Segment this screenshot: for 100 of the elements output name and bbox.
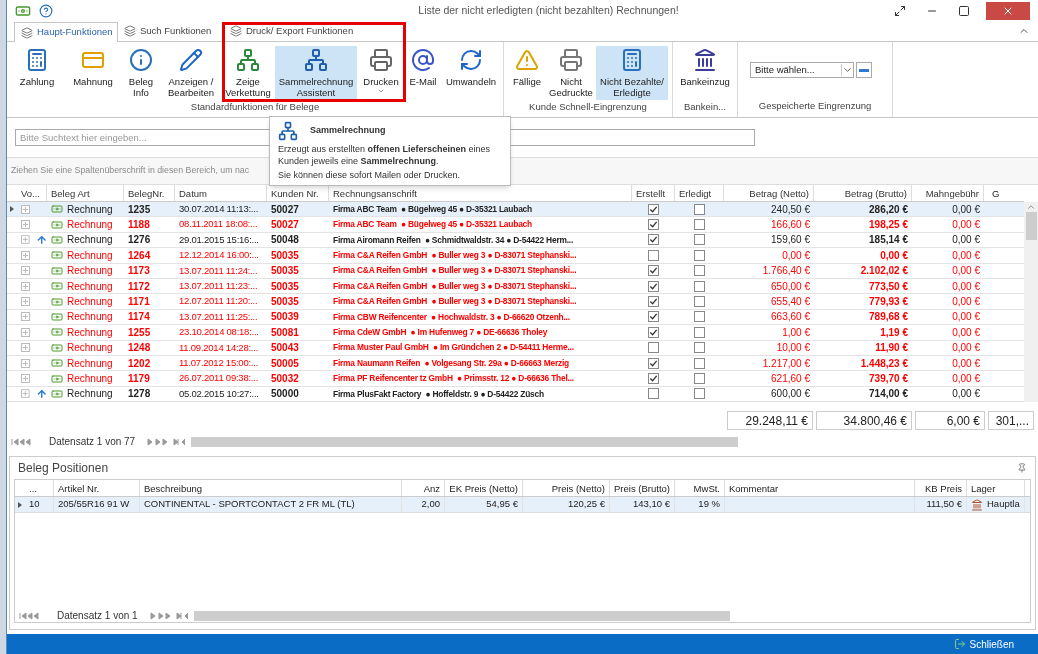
column-header[interactable]: Vo...	[17, 185, 47, 201]
checkbox[interactable]	[694, 219, 705, 231]
maximize-icon[interactable]	[958, 5, 970, 17]
checkbox[interactable]	[694, 357, 705, 369]
column-header[interactable]: Preis (Netto)	[523, 480, 610, 497]
ribbon-button[interactable]: Drucken	[359, 46, 403, 100]
column-header[interactable]: Lager	[967, 480, 1025, 497]
expand-icon[interactable]	[21, 389, 30, 399]
ribbon-button[interactable]: Nicht Bezahlte/ Erledigte	[596, 46, 668, 100]
horizontal-scrollbar[interactable]	[193, 610, 730, 621]
checkbox[interactable]	[694, 311, 705, 323]
column-header[interactable]: Mahngebühr	[912, 185, 984, 201]
table-row[interactable]: 10 205/55R16 91 W CONTINENTAL - SPORTCONTACT 2 FR ML (TL) 2,00 54,95 € 120,25 € 143,10 € 19 % 111,50 € Hauptla	[15, 497, 1030, 514]
checkbox[interactable]	[648, 203, 659, 215]
column-header[interactable]: ...	[25, 480, 54, 497]
ribbon-button[interactable]: Sammelrechnung Assistent	[275, 46, 357, 100]
checkbox[interactable]	[648, 234, 659, 246]
column-header[interactable]: Betrag (Brutto)	[814, 185, 912, 201]
checkbox[interactable]	[648, 265, 659, 277]
ribbon-button[interactable]: E-Mail	[405, 46, 441, 100]
column-header[interactable]: Erstellt	[632, 185, 675, 201]
checkbox[interactable]	[648, 326, 659, 338]
checkbox[interactable]	[694, 280, 705, 292]
expand-icon[interactable]	[21, 343, 30, 353]
column-header[interactable]: Beschreibung	[140, 480, 402, 497]
checkbox[interactable]	[694, 296, 705, 308]
restore-icon[interactable]	[894, 5, 906, 17]
checkbox[interactable]	[694, 203, 705, 215]
ribbon-tab[interactable]: Such Funktionen	[118, 21, 224, 41]
ribbon-button[interactable]: Nicht Gedruckte	[548, 46, 594, 100]
pager-next-icons[interactable]	[149, 611, 190, 620]
pin-icon[interactable]	[1017, 463, 1027, 474]
ribbon-tab[interactable]: Haupt-Funktionen	[14, 22, 118, 42]
table-cell-text: Rechnung	[67, 356, 113, 371]
close-window-button[interactable]: Schließen	[953, 636, 1014, 652]
table-row[interactable]: Rechnung 1235 30.07.2014 11:13:... 50027 Firma ABC Team ● Bügelweg 45 ● D-35321 Laubach 240,50 € 286,20 € 0,00 €	[7, 202, 1024, 218]
checkbox[interactable]	[648, 357, 659, 369]
expand-icon[interactable]	[21, 374, 30, 383]
expand-icon[interactable]	[21, 235, 30, 245]
expand-icon[interactable]	[21, 297, 30, 307]
column-header[interactable]: Artikel Nr.	[54, 480, 140, 497]
checkbox[interactable]	[648, 311, 659, 323]
scroll-thumb[interactable]	[1025, 212, 1037, 240]
scroll-up-icon[interactable]	[1026, 202, 1036, 212]
column-header[interactable]: G	[984, 185, 1000, 201]
ribbon-button[interactable]: Anzeigen / Bearbeiten	[161, 46, 221, 100]
column-header[interactable]: KB Preis	[915, 480, 967, 497]
expand-icon[interactable]	[21, 266, 30, 276]
column-header[interactable]: Betrag (Netto)	[724, 185, 814, 201]
checkbox[interactable]	[694, 342, 705, 354]
expand-icon[interactable]	[21, 312, 30, 322]
ribbon-button[interactable]: Umwandeln	[443, 46, 499, 100]
help-icon[interactable]	[39, 4, 53, 18]
column-header[interactable]: Kommentar	[725, 480, 915, 497]
table-row[interactable]: Rechnung 1179 26.07.2011 09:38:... 50032 Firma PF Reifencenter tz GmbH ● Primsstr. 12 ● D-66636 Thel... 621,60 € 739,70 € 0,00 €	[7, 371, 1024, 387]
checkbox[interactable]	[648, 342, 659, 354]
column-header[interactable]: EK Preis (Netto)	[445, 480, 523, 497]
expand-icon[interactable]	[21, 204, 30, 214]
checkbox[interactable]	[648, 373, 659, 384]
vertical-scrollbar[interactable]	[1024, 202, 1038, 402]
ribbon-button[interactable]: Beleg Info	[123, 46, 159, 100]
checkbox[interactable]	[648, 280, 659, 292]
checkbox[interactable]	[694, 373, 705, 384]
chevron-down-icon[interactable]	[841, 64, 853, 76]
checkbox[interactable]	[648, 249, 659, 261]
table-row[interactable]: Rechnung 1264 12.12.2014 16:00:... 50035 Firma C&A Reifen GmbH ● Buller weg 3 ● D-83071 Stephanski... 0,00 € 0,00 € 0,00 €	[7, 248, 1024, 264]
column-header[interactable]: Erledigt	[675, 185, 724, 201]
checkbox[interactable]	[648, 219, 659, 231]
ribbon-button[interactable]: Zahlung	[11, 46, 63, 100]
column-header[interactable]: Datum	[175, 185, 267, 201]
filter-select[interactable]: Bitte wählen...	[750, 62, 854, 78]
checkbox[interactable]	[694, 234, 705, 246]
ribbon-button[interactable]: Zeige Verkettung	[223, 46, 273, 100]
ribbon-button[interactable]: Fällige	[508, 46, 546, 100]
column-header[interactable]: Beleg Art	[47, 185, 124, 201]
checkbox[interactable]	[694, 326, 705, 338]
expand-icon[interactable]	[21, 281, 30, 291]
expand-icon[interactable]	[21, 358, 30, 368]
expand-icon[interactable]	[21, 250, 30, 260]
ribbon-button[interactable]: Bankeinzug	[677, 46, 733, 100]
expand-icon[interactable]	[21, 327, 30, 337]
column-header[interactable]: MwSt.	[675, 480, 725, 497]
table-cell-text: Firma C&A Reifen GmbH ● Buller weg 3 ● D-83071 Stephanski...	[332, 295, 578, 308]
expand-icon[interactable]	[21, 220, 30, 230]
column-header[interactable]: Anz	[402, 480, 445, 497]
checkbox[interactable]	[648, 296, 659, 308]
pager-next-icons[interactable]	[147, 437, 188, 446]
column-header[interactable]: BelegNr.	[124, 185, 175, 201]
table-row[interactable]: Rechnung 1188 08.11.2011 18:08:... 50027 Firma ABC Team ● Bügelweg 45 ● D-35321 Laubach 166,60 € 198,25 € 0,00 €	[7, 217, 1024, 233]
table-row[interactable]: Rechnung 1255 23.10.2014 08:18:... 50081 Firma CdeW GmbH ● Im Hufenweg 7 ● DE-66636 Tholey 1,00 € 1,19 € 0,00 €	[7, 325, 1024, 341]
ribbon-button[interactable]: Mahnung	[65, 46, 121, 100]
checkbox[interactable]	[694, 388, 705, 400]
horizontal-scrollbar[interactable]	[191, 436, 738, 447]
table-row[interactable]: Rechnung 1171 12.07.2011 11:20:... 50035 Firma C&A Reifen GmbH ● Buller weg 3 ● D-83071 Stephanski... 655,40 € 779,93 € 0,00 €	[7, 294, 1024, 310]
checkbox[interactable]	[694, 249, 705, 261]
checkbox[interactable]	[648, 388, 659, 400]
table-cell-text: 0,00 €	[951, 310, 981, 325]
checkbox[interactable]	[694, 265, 705, 277]
column-header[interactable]: Preis (Brutto)	[610, 480, 675, 497]
clear-filter-icon[interactable]	[856, 62, 872, 78]
